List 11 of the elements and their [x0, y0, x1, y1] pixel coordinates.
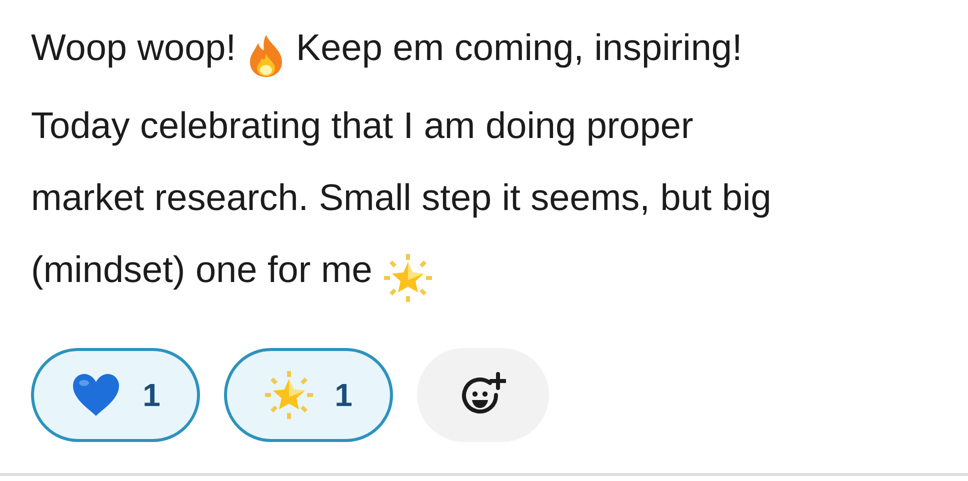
reaction-button[interactable]: 1 — [224, 348, 393, 442]
reaction-button[interactable]: 1 — [31, 348, 200, 442]
message-text: (mindset) one for me — [31, 249, 372, 290]
star-icon — [384, 254, 432, 302]
message-text: Woop woop! — [31, 27, 236, 68]
fire-icon — [248, 34, 284, 78]
heart-icon — [70, 373, 121, 417]
message-text: Today celebrating that I am doing proper — [31, 105, 694, 146]
star-icon — [264, 371, 313, 419]
message-text: market research. Small step it seems, but big — [31, 177, 772, 218]
message-text: Keep em coming, inspiring! — [296, 27, 742, 68]
